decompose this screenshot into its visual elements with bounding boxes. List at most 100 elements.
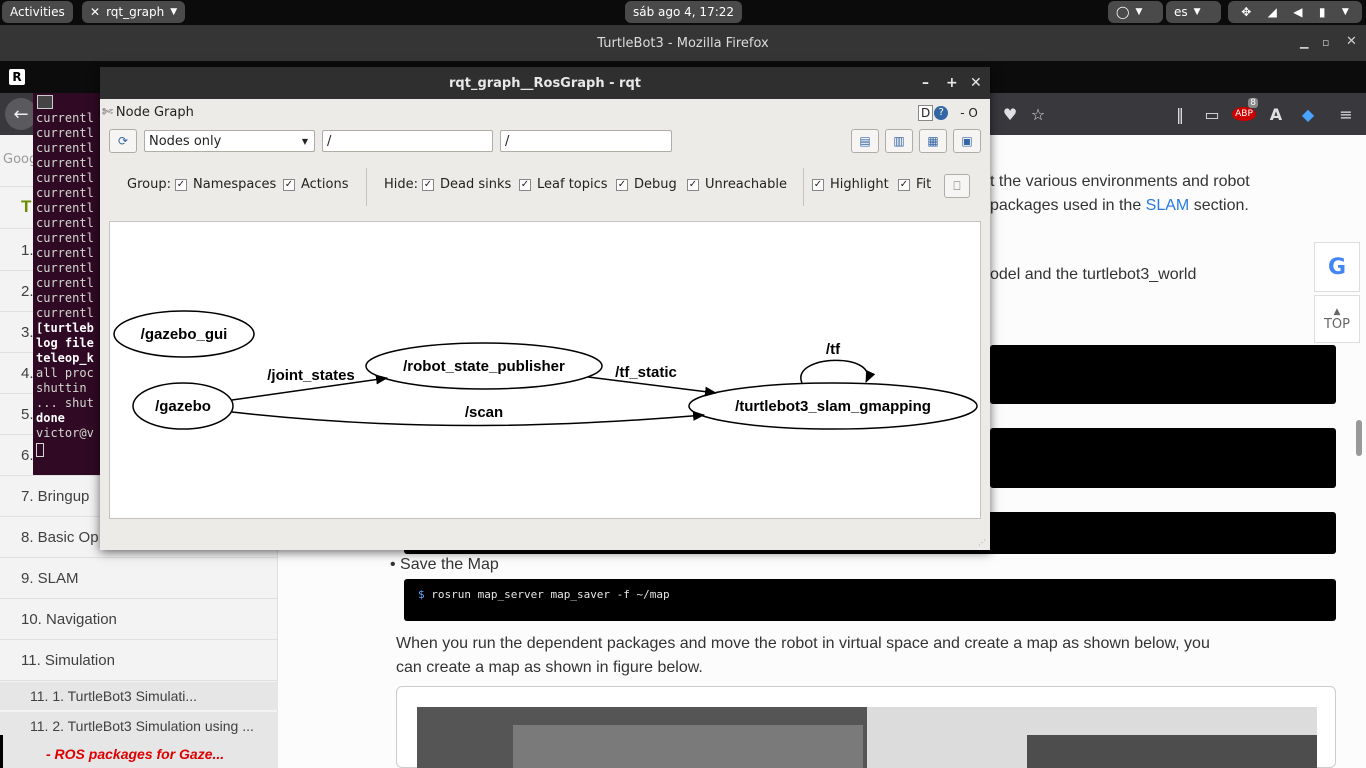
window-edge — [0, 735, 3, 768]
minimize-icon[interactable]: ▁ — [1300, 36, 1308, 49]
dock-toggle-button[interactable]: D — [918, 105, 934, 121]
page-scrollbar-thumb[interactable] — [1356, 420, 1362, 456]
save-svg-button[interactable]: ▦ — [919, 129, 947, 153]
checkbox-checked[interactable]: ✓ — [616, 178, 628, 191]
checkbox-checked[interactable]: ✓ — [175, 178, 187, 191]
terminal-line: currentl — [36, 291, 94, 305]
node-label-gazebo: /gazebo — [155, 398, 211, 415]
google-translate-button[interactable]: G — [1314, 242, 1360, 292]
terminal-line: currentl — [36, 126, 94, 140]
leaf-topics-checkbox[interactable]: ✓ Leaf topics — [519, 177, 608, 192]
load-dot-button[interactable]: ▤ — [851, 129, 879, 153]
activities-label: Activities — [10, 5, 65, 19]
clock[interactable]: sáb ago 4, 17:22 — [625, 1, 743, 23]
resize-grip[interactable]: ⋰ — [978, 538, 988, 548]
pocket-icon[interactable]: ♥ — [998, 102, 1022, 126]
edge-tf[interactable] — [800, 359, 876, 384]
fit-in-view-button[interactable]: ⎕ — [944, 174, 970, 198]
checkbox-checked[interactable]: ✓ — [519, 178, 531, 191]
para1-line2: packages used in the — [990, 197, 1146, 214]
reader-icon[interactable]: A — [1264, 102, 1288, 126]
minimize-icon[interactable]: – — [922, 75, 929, 91]
chevron-down-icon: ▼ — [1135, 7, 1143, 17]
hamburger-menu-icon[interactable]: ≡ — [1334, 102, 1358, 126]
save-dot-icon: ▥ — [893, 134, 905, 148]
edge-label-joint-states: /joint_states — [267, 367, 355, 384]
terminal-cursor — [36, 443, 44, 457]
display-mode-select[interactable]: Nodes only ▼ — [144, 130, 315, 152]
vpn-icon[interactable]: ◆ — [1296, 102, 1320, 126]
system-menu[interactable]: ✥ ◢ ◀ ▮ ▼ — [1228, 1, 1362, 23]
rqt-window-title: rqt_graph__RosGraph - rqt — [449, 75, 641, 91]
terminal-line: shuttin — [36, 381, 87, 395]
library-icon[interactable]: ‖ — [1168, 102, 1192, 126]
code-block-1 — [990, 345, 1336, 404]
plugin-options-label[interactable]: - O — [960, 106, 978, 120]
namespace-filter-input[interactable]: / — [322, 130, 493, 152]
highlight-checkbox[interactable]: ✓ Highlight — [812, 177, 889, 192]
para3-line2: can create a map as shown in figure belo… — [396, 659, 703, 676]
ros-graph[interactable]: /gazebo_gui /gazebo /robot_state_publish… — [110, 222, 980, 518]
sidebar-item-navigation[interactable]: 10. Navigation — [0, 599, 278, 640]
slam-link[interactable]: SLAM — [1146, 197, 1190, 214]
checkbox-checked[interactable]: ✓ — [687, 178, 699, 191]
terminal-window[interactable]: currentl currentl currentl currentl curr… — [33, 93, 101, 475]
save-svg-icon: ▦ — [927, 134, 939, 148]
sidebar-item-simulation[interactable]: 11. Simulation — [0, 640, 278, 681]
language-label: es — [1174, 5, 1188, 19]
topic-filter-input[interactable]: / — [500, 130, 672, 152]
edge-label-tf-static: /tf_static — [615, 364, 677, 381]
tools-icon: ✄ — [102, 105, 113, 120]
refresh-button[interactable]: ⟳ — [109, 129, 137, 153]
graph-canvas[interactable]: /gazebo_gui /gazebo /robot_state_publish… — [109, 221, 981, 519]
hide-label: Hide: — [384, 177, 419, 192]
edge-label-tf: /tf — [826, 341, 841, 358]
volume-icon: ◀ — [1293, 5, 1303, 19]
app-menu[interactable]: ✕ rqt_graph ▼ — [82, 1, 186, 23]
terminal-line: [turtleb — [36, 321, 94, 335]
save-image-button[interactable]: ▣ — [953, 129, 981, 153]
unreachable-label: Unreachable — [705, 177, 787, 192]
checkbox-checked[interactable]: ✓ — [812, 178, 824, 191]
bookmark-star-icon[interactable]: ☆ — [1026, 102, 1050, 126]
status-indicator[interactable]: ◯ ▼ — [1108, 1, 1163, 23]
sidebar-heading: T — [21, 197, 32, 216]
help-icon[interactable]: ? — [934, 106, 949, 120]
adblock-icon[interactable]: ABP 8 — [1232, 98, 1258, 126]
node-label-gazebo-gui: /gazebo_gui — [141, 326, 228, 343]
close-icon[interactable]: ✕ — [1346, 34, 1357, 49]
plugin-help-controls[interactable]: D ? - O — [918, 105, 978, 121]
sidebar-subitem-simulation-2[interactable]: 11. 2. TurtleBot3 Simulation using ... — [0, 712, 278, 740]
checkbox-checked[interactable]: ✓ — [283, 178, 295, 191]
addon-badge: 8 — [1248, 98, 1258, 108]
language-menu[interactable]: es ▼ — [1166, 1, 1221, 23]
gazebo-screenshot-image — [417, 707, 867, 768]
sidebar-item-slam[interactable]: 9. SLAM — [0, 558, 278, 599]
close-icon[interactable]: ✕ — [970, 75, 982, 91]
save-dot-button[interactable]: ▥ — [885, 129, 913, 153]
terminal-line: currentl — [36, 171, 94, 185]
namespaces-label: Namespaces — [193, 177, 277, 192]
checkbox-checked[interactable]: ✓ — [422, 178, 434, 191]
debug-checkbox[interactable]: ✓ Debug — [616, 177, 677, 192]
namespaces-checkbox[interactable]: ✓ Namespaces — [175, 177, 276, 192]
terminal-line: currentl — [36, 306, 94, 320]
sidebar-subitem-active[interactable]: - ROS packages for Gaze... — [0, 740, 278, 768]
node-label-robot-state-publisher: /robot_state_publisher — [403, 358, 565, 375]
fit-checkbox[interactable]: ✓ Fit — [898, 177, 931, 192]
actions-checkbox[interactable]: ✓ Actions — [283, 177, 349, 192]
fit-view-icon: ⎕ — [953, 178, 961, 193]
maximize-icon[interactable]: + — [946, 75, 958, 91]
unreachable-checkbox[interactable]: ✓ Unreachable — [687, 177, 787, 192]
dead-sinks-checkbox[interactable]: ✓ Dead sinks — [422, 177, 511, 192]
tab-favicon-icon[interactable]: R — [9, 69, 25, 85]
sidebar-icon[interactable]: ▭ — [1200, 102, 1224, 126]
activities-button[interactable]: Activities — [2, 1, 73, 23]
back-to-top-button[interactable]: ▲ TOP — [1314, 295, 1360, 343]
rqt-titlebar[interactable]: rqt_graph__RosGraph - rqt – + ✕ — [100, 67, 990, 99]
maximize-icon[interactable]: ▫ — [1322, 36, 1329, 49]
sidebar-subitem-simulation-1[interactable]: 11. 1. TurtleBot3 Simulati... — [0, 682, 278, 710]
terminal-line: currentl — [36, 201, 94, 215]
para1-line2-end: section. — [1189, 197, 1249, 214]
checkbox-checked[interactable]: ✓ — [898, 178, 910, 191]
